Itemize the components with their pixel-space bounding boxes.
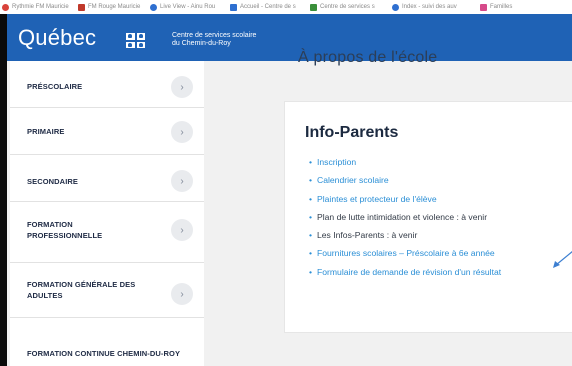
bookmark-item[interactable]: Centre de services s bbox=[310, 2, 375, 12]
sidebar-item-secondaire[interactable]: SECONDAIRE › bbox=[10, 155, 204, 202]
window-left-edge bbox=[0, 14, 7, 366]
sidebar-item-label: PRÉSCOLAIRE bbox=[27, 82, 83, 91]
chevron-right-icon[interactable]: › bbox=[171, 76, 193, 98]
info-parents-list: Inscription Calendrier scolaire Plaintes… bbox=[309, 156, 572, 284]
page-section-heading: À propos de l'école bbox=[298, 49, 438, 66]
sidebar-item-label: FORMATION GÉNÉRALE DES ADULTES bbox=[27, 280, 136, 300]
card-title: Info-Parents bbox=[305, 124, 399, 141]
org-name-line1: Centre de services scolaire bbox=[172, 32, 257, 39]
sidebar-item-formation-professionnelle[interactable]: FORMATION PROFESSIONNELLE › bbox=[10, 202, 204, 263]
bookmark-favicon-icon bbox=[78, 3, 85, 11]
chevron-right-icon[interactable]: › bbox=[171, 283, 193, 305]
organization-name[interactable]: Centre de services scolaire du Chemin-du… bbox=[172, 32, 256, 48]
sidebar-item-label: FORMATION CONTINUE CHEMIN-DU-ROY bbox=[27, 349, 181, 358]
sidebar-nav: PRÉSCOLAIRE › PRIMAIRE › SECONDAIRE › FO… bbox=[10, 61, 204, 366]
bookmark-favicon-icon bbox=[2, 3, 9, 11]
sidebar-item-label: FORMATION PROFESSIONNELLE bbox=[27, 220, 103, 240]
list-item-infos-parents: Les Infos-Parents : à venir bbox=[309, 229, 572, 247]
bookmark-item[interactable]: Familles bbox=[480, 2, 512, 12]
sidebar-item-primaire[interactable]: PRIMAIRE › bbox=[10, 108, 204, 155]
bookmark-item[interactable]: Index - suivi des auv bbox=[392, 2, 457, 12]
link-formulaire-revision[interactable]: Formulaire de demande de révision d'un r… bbox=[309, 266, 572, 284]
sidebar-item-prescolaire[interactable]: PRÉSCOLAIRE › bbox=[10, 61, 204, 108]
link-inscription[interactable]: Inscription bbox=[309, 156, 572, 174]
bookmark-item[interactable]: FM Rouge Mauricie bbox=[78, 2, 140, 12]
site-header: Québec Centre de services scolaire du Ch… bbox=[7, 14, 572, 61]
bookmark-favicon-icon bbox=[480, 3, 487, 11]
annotation-arrow-icon bbox=[553, 251, 572, 268]
sidebar-item-formation-generale-adultes[interactable]: FORMATION GÉNÉRALE DES ADULTES › bbox=[10, 263, 204, 318]
chevron-right-icon[interactable]: › bbox=[171, 170, 193, 192]
bookmark-favicon-icon bbox=[310, 3, 317, 11]
org-name-line2: du Chemin-du-Roy bbox=[172, 40, 231, 47]
fleurdelise-flag-icon bbox=[126, 33, 145, 48]
bookmark-favicon-icon bbox=[150, 3, 157, 11]
list-item-plan-lutte: Plan de lutte intimidation et violence :… bbox=[309, 211, 572, 229]
chevron-right-icon[interactable]: › bbox=[171, 219, 193, 241]
sidebar-item-label: PRIMAIRE bbox=[27, 127, 65, 136]
link-fournitures-scolaires[interactable]: Fournitures scolaires – Préscolaire à 6e… bbox=[309, 247, 572, 265]
link-plaintes-protecteur[interactable]: Plaintes et protecteur de l'élève bbox=[309, 193, 572, 211]
sidebar-item-formation-continue[interactable]: FORMATION CONTINUE CHEMIN-DU-ROY bbox=[10, 318, 204, 366]
bookmark-favicon-icon bbox=[392, 3, 399, 11]
link-calendrier-scolaire[interactable]: Calendrier scolaire bbox=[309, 174, 572, 192]
sidebar-item-label: SECONDAIRE bbox=[27, 177, 79, 186]
quebec-logo-text[interactable]: Québec bbox=[18, 25, 96, 51]
bookmark-favicon-icon bbox=[230, 3, 237, 11]
chevron-right-icon[interactable]: › bbox=[171, 121, 193, 143]
info-parents-card: Info-Parents Inscription Calendrier scol… bbox=[284, 101, 572, 333]
bookmark-item[interactable]: Accueil - Centre de s bbox=[230, 2, 296, 12]
bookmark-item[interactable]: Live View - Ainu Rou bbox=[150, 2, 215, 12]
bookmarks-bar: Rythmie FM Mauricie FM Rouge Mauricie Li… bbox=[0, 0, 572, 14]
bookmark-item[interactable]: Rythmie FM Mauricie bbox=[2, 2, 69, 12]
